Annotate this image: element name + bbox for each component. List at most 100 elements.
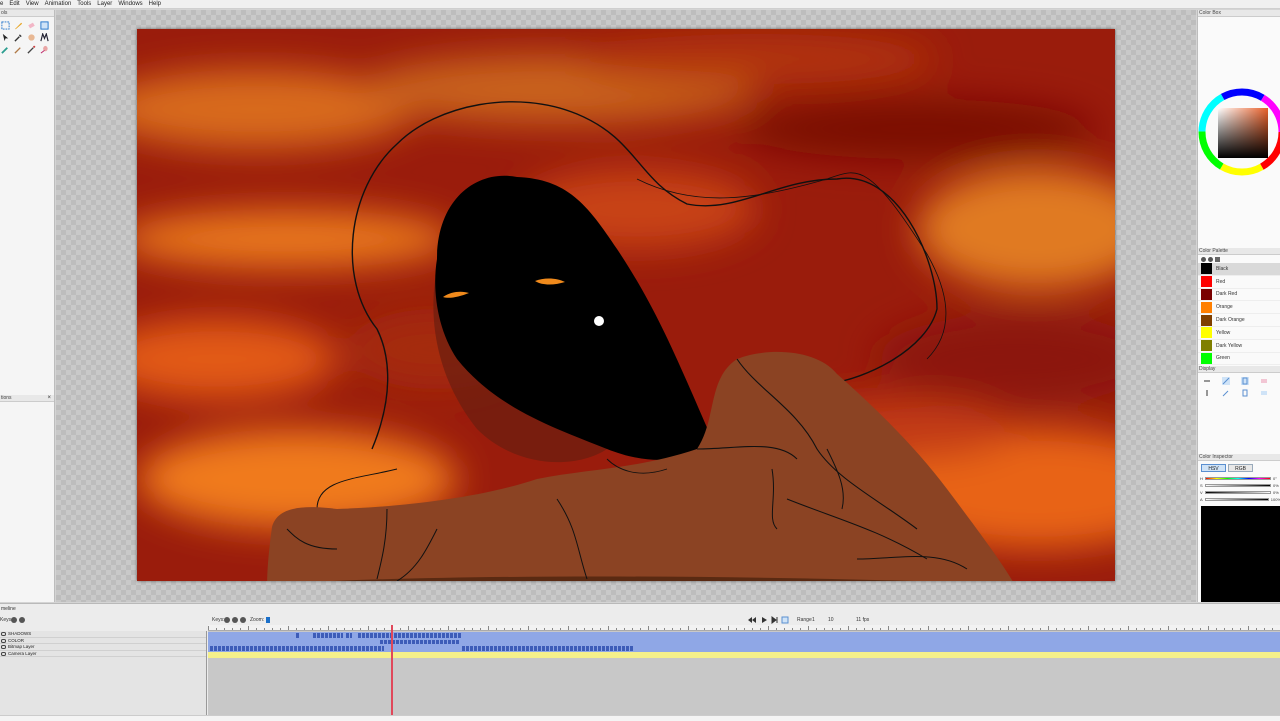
ruler-tick bbox=[1208, 626, 1209, 630]
palette-item[interactable]: Orange bbox=[1198, 301, 1280, 315]
rewind-icon[interactable] bbox=[748, 617, 756, 623]
remove-color-icon[interactable] bbox=[1208, 256, 1213, 262]
keyframe-block[interactable] bbox=[210, 646, 384, 651]
eye-icon[interactable] bbox=[1, 638, 6, 643]
keyframe-block[interactable] bbox=[346, 633, 352, 638]
tab-rgb[interactable]: RGB bbox=[1228, 464, 1253, 472]
color-slider[interactable] bbox=[1204, 498, 1269, 501]
mirror-icon[interactable] bbox=[1260, 377, 1268, 385]
fps-field[interactable]: 11 fps bbox=[856, 615, 869, 625]
magic-wand-tool-icon[interactable] bbox=[39, 32, 50, 43]
menu-view[interactable]: View bbox=[26, 0, 39, 9]
palette-item[interactable]: Yellow bbox=[1198, 327, 1280, 340]
color-slider[interactable] bbox=[1205, 491, 1271, 494]
duplicate-key-icon[interactable] bbox=[240, 617, 246, 623]
pen-display-icon[interactable] bbox=[1222, 389, 1230, 397]
paint-tool-icon[interactable] bbox=[13, 44, 24, 55]
layer-track[interactable] bbox=[208, 651, 1280, 658]
pointer-tool-icon[interactable] bbox=[0, 32, 11, 43]
slider-value[interactable]: 0% bbox=[1273, 483, 1279, 488]
palette-item[interactable]: Black bbox=[1198, 263, 1280, 276]
ruler-tick bbox=[656, 628, 657, 630]
keyframe-block[interactable] bbox=[358, 633, 378, 638]
ruler-tick bbox=[768, 626, 769, 630]
add-key-icon[interactable] bbox=[224, 617, 230, 623]
eye-icon[interactable] bbox=[1, 645, 6, 649]
palette-title: Color Palette bbox=[1198, 248, 1280, 255]
layer-name: Camera Layer bbox=[8, 650, 37, 656]
loop-icon[interactable] bbox=[781, 616, 789, 624]
remove-key-icon[interactable] bbox=[232, 617, 238, 623]
remove-layer-icon[interactable] bbox=[19, 617, 25, 623]
timeline-tracks[interactable] bbox=[208, 625, 1280, 715]
playhead[interactable] bbox=[391, 625, 393, 715]
range-start[interactable]: 1 bbox=[812, 615, 815, 625]
brush-tool-icon[interactable] bbox=[0, 44, 11, 55]
palette-item[interactable]: Dark Yellow bbox=[1198, 340, 1280, 353]
ruler-tick bbox=[1224, 628, 1225, 630]
smudge-tool-icon[interactable] bbox=[39, 44, 50, 55]
onion-skin-icon[interactable] bbox=[1222, 377, 1230, 385]
menu-edit[interactable]: Edit bbox=[9, 0, 19, 9]
grid-icon[interactable] bbox=[1260, 389, 1268, 397]
menu-animation[interactable]: Animation bbox=[45, 0, 72, 9]
add-layer-icon[interactable] bbox=[11, 617, 17, 623]
transform-tool-icon[interactable] bbox=[39, 20, 50, 31]
ruler-tick bbox=[1024, 628, 1025, 630]
slider-value[interactable]: 0° bbox=[1273, 476, 1277, 481]
tab-hsv[interactable]: HSV bbox=[1201, 464, 1226, 472]
ruler-tick bbox=[1032, 628, 1033, 630]
color-slider[interactable] bbox=[1205, 477, 1271, 480]
ruler-tick bbox=[256, 628, 257, 630]
ruler-tick bbox=[832, 628, 833, 630]
outline-mode-icon[interactable] bbox=[1241, 377, 1249, 385]
slider-value[interactable]: 100% bbox=[1271, 497, 1280, 502]
ruler-tick bbox=[1192, 628, 1193, 630]
menu-tools[interactable]: Tools bbox=[77, 0, 91, 9]
ruler-tick bbox=[592, 628, 593, 630]
eyedropper-tool-icon[interactable] bbox=[13, 32, 24, 43]
horizontal-line-icon[interactable] bbox=[1203, 377, 1211, 385]
palette-menu-icon[interactable] bbox=[1215, 256, 1220, 262]
ruler-tick bbox=[1128, 626, 1129, 630]
pencil-tool-icon[interactable] bbox=[26, 44, 37, 55]
play-icon[interactable] bbox=[762, 617, 767, 623]
hand-tool-icon[interactable] bbox=[26, 32, 37, 43]
add-color-icon[interactable] bbox=[1201, 256, 1206, 262]
artwork-canvas[interactable] bbox=[137, 29, 1115, 581]
ruler-tick bbox=[936, 628, 937, 630]
timeline-scrollbar[interactable] bbox=[0, 715, 1280, 721]
menu-layer[interactable]: Layer bbox=[97, 0, 112, 9]
color-slider[interactable] bbox=[1205, 484, 1271, 487]
eye-icon[interactable] bbox=[1, 632, 6, 636]
palette-item[interactable]: Green bbox=[1198, 352, 1280, 366]
slider-value[interactable]: 0% bbox=[1273, 490, 1279, 495]
ruler-tick bbox=[1136, 628, 1137, 630]
step-forward-icon[interactable] bbox=[771, 616, 778, 624]
layer-row[interactable]: Camera Layer bbox=[0, 650, 206, 657]
palette-item[interactable]: Dark Orange bbox=[1198, 314, 1280, 327]
keyframe-block[interactable] bbox=[462, 646, 634, 651]
ruler-tick bbox=[408, 626, 409, 630]
eraser-tool-icon[interactable] bbox=[26, 20, 37, 31]
select-tool-icon[interactable] bbox=[0, 20, 11, 31]
range-end[interactable]: 10 bbox=[828, 615, 834, 625]
copy-display-icon[interactable] bbox=[1241, 389, 1249, 397]
pen-tool-icon[interactable] bbox=[13, 20, 24, 31]
menu-file[interactable]: e bbox=[0, 0, 3, 9]
zoom-slider[interactable] bbox=[266, 617, 270, 623]
close-icon[interactable]: × bbox=[47, 395, 51, 402]
ruler-tick bbox=[912, 628, 913, 630]
palette-item[interactable]: Red bbox=[1198, 276, 1280, 289]
eye-icon[interactable] bbox=[1, 651, 6, 656]
color-wheel[interactable] bbox=[1198, 88, 1280, 178]
keyframe-block[interactable] bbox=[313, 633, 343, 638]
menu-help[interactable]: Help bbox=[149, 0, 161, 9]
palette-item[interactable]: Dark Red bbox=[1198, 288, 1280, 302]
options-title-text: tions bbox=[1, 395, 12, 401]
keyframe-block[interactable] bbox=[296, 633, 300, 638]
menu-windows[interactable]: Windows bbox=[118, 0, 142, 9]
vertical-line-icon[interactable] bbox=[1203, 389, 1211, 397]
ruler-tick bbox=[1064, 628, 1065, 630]
canvas-area[interactable] bbox=[56, 10, 1196, 602]
